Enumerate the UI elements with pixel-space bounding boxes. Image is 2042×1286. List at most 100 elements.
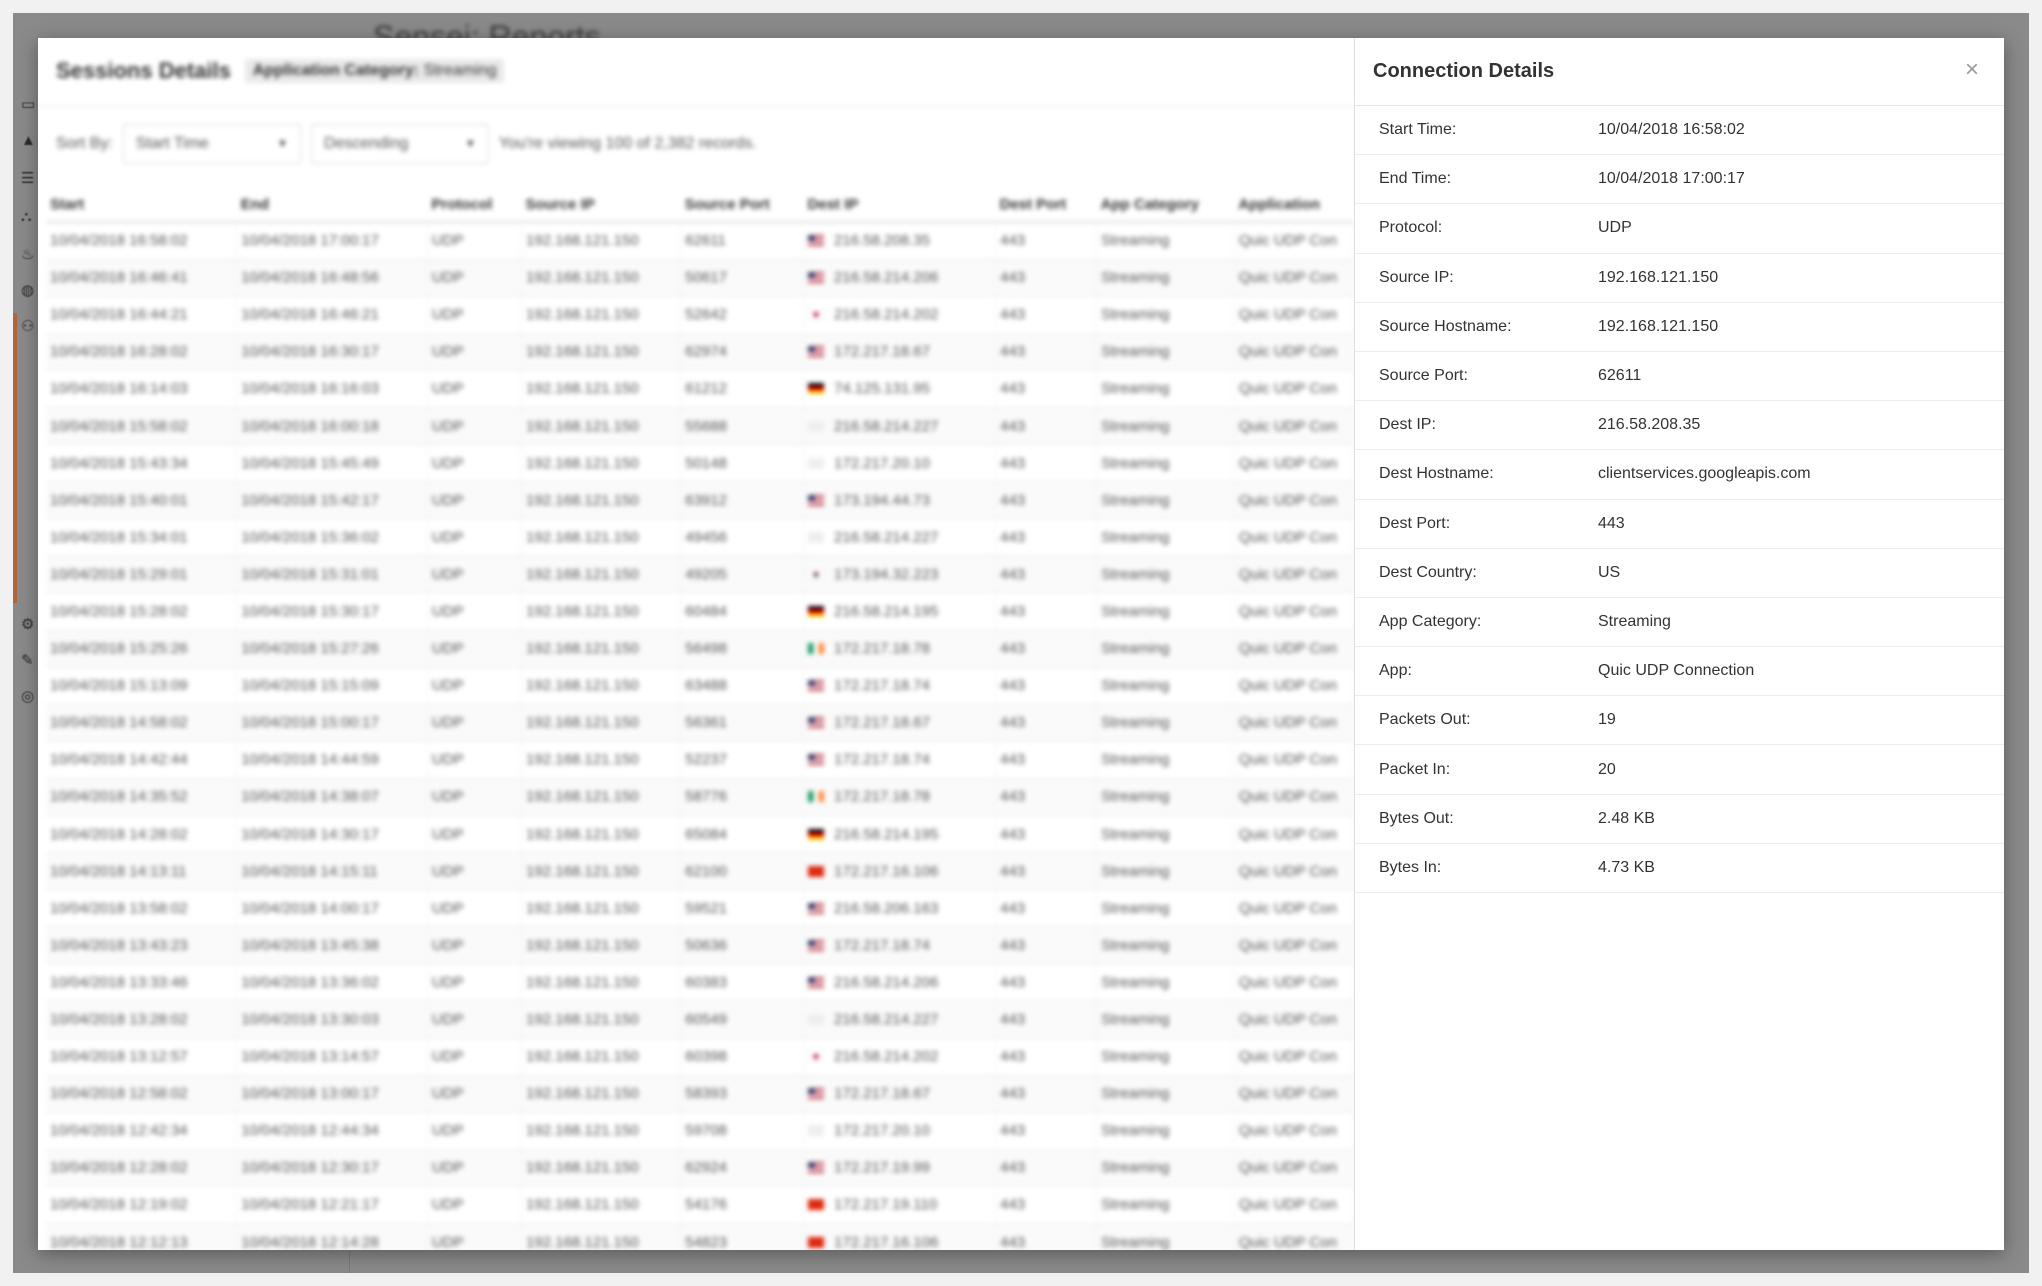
cell-source-port: 58776 (680, 778, 805, 817)
cell-app-category: Streaming (1096, 667, 1235, 705)
table-row[interactable]: 10/04/2018 12:58:02 10/04/2018 13:00:17 UD… (46, 1075, 1355, 1113)
cell-protocol: UDP (427, 481, 523, 520)
column-header-source-port[interactable]: Source Port (680, 188, 804, 223)
table-row[interactable]: 10/04/2018 15:34:01 10/04/2018 15:36:02 UD… (46, 518, 1355, 557)
table-row[interactable]: 10/04/2018 15:29:01 10/04/2018 15:31:01 UD… (46, 555, 1355, 594)
table-row[interactable]: 10/04/2018 12:42:34 10/04/2018 12:44:34 UD… (46, 1112, 1355, 1150)
table-row[interactable]: 10/04/2018 16:44:21 10/04/2018 16:46:21 UD… (46, 296, 1355, 334)
column-header-start[interactable]: Start (46, 188, 237, 223)
cell-dest-port: 443 (995, 481, 1098, 520)
wrench-icon: ✎ (21, 652, 34, 669)
cell-app-category: Streaming (1096, 555, 1235, 594)
cell-start: 10/04/2018 15:29:01 (46, 555, 238, 594)
cell-protocol: UDP (427, 741, 523, 779)
close-icon[interactable]: × (1958, 56, 1986, 84)
detail-row: End Time: 10/04/2018 17:00:17 (1355, 155, 2004, 205)
table-row[interactable]: 10/04/2018 13:12:57 10/04/2018 13:14:57 UD… (46, 1038, 1355, 1076)
column-header-source-ip[interactable]: Source IP (521, 188, 681, 223)
table-row[interactable]: 10/04/2018 15:25:26 10/04/2018 15:27:26 UD… (46, 630, 1355, 668)
table-row[interactable]: 10/04/2018 14:42:44 10/04/2018 14:44:59 UD… (46, 741, 1355, 779)
table-row[interactable]: 10/04/2018 13:33:46 10/04/2018 13:36:02 UD… (46, 963, 1355, 1002)
table-row[interactable]: 10/04/2018 15:28:02 10/04/2018 15:30:17 UD… (46, 592, 1355, 631)
cell-start: 10/04/2018 15:40:01 (46, 481, 238, 520)
cell-dest-ip: 216.58.214.206 (803, 259, 997, 297)
cell-source-port: 62100 (680, 852, 805, 891)
cell-end: 10/04/2018 16:16:03 (236, 370, 428, 408)
country-flag-icon (808, 346, 825, 358)
cell-dest-port: 443 (995, 296, 1098, 334)
cell-source-port: 55688 (680, 407, 805, 446)
table-row[interactable]: 10/04/2018 12:19:02 10/04/2018 12:21:17 UD… (46, 1186, 1355, 1225)
cell-dest-port: 443 (995, 1112, 1098, 1150)
cell-source-port: 49205 (680, 555, 805, 594)
cell-app-category: Streaming (1096, 704, 1235, 742)
column-header-end[interactable]: End (236, 188, 428, 223)
cell-source-port: 50617 (680, 259, 805, 297)
column-header-app-category[interactable]: App Category (1096, 188, 1235, 223)
cell-dest-ip: 216.58.214.202 (803, 296, 997, 334)
cell-application: Quic UDP Con (1234, 1038, 1355, 1076)
table-row[interactable]: 10/04/2018 16:14:03 10/04/2018 16:16:03 UD… (46, 370, 1355, 408)
cell-dest-port: 443 (995, 741, 1098, 779)
dest-ip-text: 172.217.18.67 (834, 714, 930, 732)
cell-dest-port: 443 (995, 667, 1098, 705)
detail-row: Protocol: UDP (1355, 204, 2004, 254)
cell-dest-ip: 216.58.208.35 (803, 222, 997, 260)
table-row[interactable]: 10/04/2018 15:40:01 10/04/2018 15:42:17 UD… (46, 481, 1355, 520)
cell-application: Quic UDP Con (1234, 1223, 1355, 1250)
cell-source-ip: 192.168.121.150 (521, 926, 682, 965)
cell-app-category: Streaming (1096, 481, 1235, 520)
table-row[interactable]: 10/04/2018 14:28:02 10/04/2018 14:30:17 UD… (46, 815, 1355, 854)
cell-application: Quic UDP Con (1234, 333, 1355, 371)
column-header-dest-port[interactable]: Dest Port (995, 188, 1097, 223)
detail-label: Bytes Out: (1379, 809, 1454, 827)
column-header-dest-ip[interactable]: Dest IP (803, 188, 996, 223)
dest-ip-text: 216.58.214.202 (834, 1048, 939, 1066)
cell-source-port: 65084 (680, 815, 805, 854)
cell-application: Quic UDP Con (1234, 444, 1355, 483)
table-row[interactable]: 10/04/2018 16:28:02 10/04/2018 16:30:17 UD… (46, 333, 1355, 371)
table-row[interactable]: 10/04/2018 14:35:52 10/04/2018 14:38:07 UD… (46, 778, 1355, 817)
table-row[interactable]: 10/04/2018 14:13:11 10/04/2018 14:15:11 UD… (46, 852, 1355, 891)
detail-value: 2.48 KB (1598, 809, 1655, 827)
sort-order-select[interactable]: Descending ▼ (310, 124, 489, 164)
table-row[interactable]: 10/04/2018 16:46:41 10/04/2018 16:48:56 UD… (46, 259, 1355, 297)
dest-ip-text: 172.217.19.110 (834, 1196, 938, 1214)
table-row[interactable]: 10/04/2018 15:43:34 10/04/2018 15:45:49 UD… (46, 444, 1355, 483)
column-header-application[interactable]: Application (1234, 188, 1354, 223)
cell-dest-ip: 173.194.32.223 (803, 555, 997, 594)
cell-protocol: UDP (427, 815, 523, 854)
country-flag-icon (808, 383, 825, 395)
sessions-details-panel: Sessions Details Application Category: S… (38, 38, 1355, 1250)
table-row[interactable]: 10/04/2018 15:58:02 10/04/2018 16:00:18 UD… (46, 407, 1355, 446)
table-row[interactable]: 10/04/2018 13:28:02 10/04/2018 13:30:03 UD… (46, 1000, 1355, 1039)
table-row[interactable]: 10/04/2018 14:58:02 10/04/2018 15:00:17 UD… (46, 704, 1355, 742)
country-flag-icon (808, 420, 825, 432)
dest-ip-text: 172.217.20.10 (834, 1122, 930, 1140)
filter-chip[interactable]: Application Category: Streaming (244, 59, 505, 83)
cell-dest-port: 443 (995, 1186, 1098, 1225)
cell-protocol: UDP (427, 370, 523, 408)
binoculars-icon: ⚇ (21, 318, 35, 335)
cell-source-ip: 192.168.121.150 (521, 704, 682, 742)
cell-protocol: UDP (427, 1149, 523, 1187)
cell-app-category: Streaming (1096, 333, 1235, 371)
sort-field-select[interactable]: Start Time ▼ (122, 124, 301, 164)
detail-label: Dest Country: (1379, 563, 1477, 581)
table-row[interactable]: 10/04/2018 13:43:23 10/04/2018 13:45:38 UD… (46, 926, 1355, 965)
column-header-protocol[interactable]: Protocol (427, 188, 522, 223)
caret-down-icon: ▼ (465, 138, 476, 150)
cell-end: 10/04/2018 14:00:17 (236, 889, 428, 928)
table-row[interactable]: 10/04/2018 12:12:13 10/04/2018 12:14:28 UD… (46, 1223, 1355, 1250)
cell-start: 10/04/2018 15:28:02 (46, 592, 238, 631)
detail-value: clientservices.googleapis.com (1598, 465, 1811, 483)
cell-application: Quic UDP Con (1234, 1186, 1355, 1225)
table-row[interactable]: 10/04/2018 12:28:02 10/04/2018 12:30:17 UD… (46, 1149, 1355, 1187)
cell-protocol: UDP (427, 259, 523, 297)
cell-end: 10/04/2018 15:27:26 (236, 630, 428, 668)
table-row[interactable]: 10/04/2018 13:58:02 10/04/2018 14:00:17 UD… (46, 889, 1355, 928)
cell-source-port: 50148 (680, 444, 805, 483)
table-row[interactable]: 10/04/2018 16:58:02 10/04/2018 17:00:17 UD… (46, 222, 1355, 260)
cell-end: 10/04/2018 12:14:28 (236, 1223, 428, 1250)
table-row[interactable]: 10/04/2018 15:13:09 10/04/2018 15:15:09 UD… (46, 667, 1355, 705)
